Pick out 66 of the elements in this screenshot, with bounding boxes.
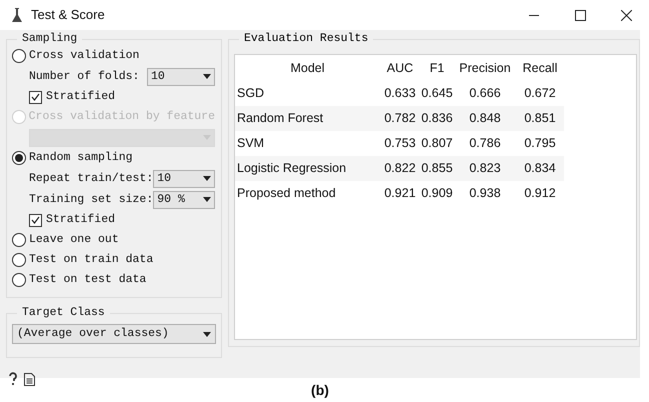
radio-label: Test on train data <box>29 252 154 268</box>
column-header[interactable]: Precision <box>454 58 516 78</box>
dropdown[interactable]: (Average over classes) <box>12 324 216 344</box>
maximize-icon <box>574 10 586 20</box>
group-title: Target Class <box>17 306 110 320</box>
table-cell-text: 0.633 <box>383 85 417 102</box>
table-cell-text: 0.822 <box>383 160 417 178</box>
table-cell-text: 0.823 <box>468 160 502 178</box>
help-icon[interactable] <box>8 372 18 386</box>
field-label: Repeat train/test: <box>29 170 154 187</box>
table-cell-text: SGD <box>236 85 266 102</box>
table-cell-text: 0.836 <box>420 110 454 128</box>
radio-button[interactable] <box>12 151 26 165</box>
field-label: Training set size: <box>29 192 154 208</box>
checkbox-label: Stratified <box>46 212 116 228</box>
caret-icon <box>203 176 211 181</box>
table-cell-text: 0.782 <box>383 110 417 128</box>
flask-icon <box>12 8 22 22</box>
table-cell-text: 0.753 <box>383 135 417 152</box>
radio-label: Cross validation by feature <box>28 109 215 126</box>
radio-label: Cross validation <box>29 48 140 64</box>
radio-button[interactable] <box>12 233 26 247</box>
dropdown[interactable]: 10 <box>153 170 215 188</box>
caret-icon <box>203 332 211 336</box>
table-cell-text: 0.645 <box>420 85 454 102</box>
table-cell-text: 0.807 <box>420 135 454 152</box>
group-title: Sampling <box>17 32 82 46</box>
table-cell-text: 0.921 <box>383 185 417 202</box>
table-cell-text: 0.938 <box>468 185 502 202</box>
radio-button[interactable] <box>12 253 26 267</box>
table-cell-text: 0.672 <box>523 85 557 102</box>
table-cell-text: 0.666 <box>468 85 502 102</box>
radio-button[interactable] <box>12 273 26 287</box>
figure-caption: (b) <box>311 381 329 400</box>
checkbox[interactable] <box>29 214 42 226</box>
table-cell-text: 0.851 <box>523 110 557 128</box>
table-cell-text: Logistic Regression <box>236 160 348 178</box>
close-icon <box>620 10 632 20</box>
table-cell-text: Random Forest <box>236 110 324 128</box>
table-cell-text: 0.855 <box>420 160 454 178</box>
caret-icon <box>203 197 211 202</box>
column-header[interactable]: F1 <box>420 58 454 78</box>
table-cell-text: 0.909 <box>420 185 454 202</box>
table-cell-text: SVM <box>236 135 266 152</box>
table-cell-text: 0.786 <box>468 135 502 152</box>
column-header[interactable]: AUC <box>380 58 420 78</box>
checkbox-label: Stratified <box>46 89 116 106</box>
radio-button[interactable] <box>12 49 26 63</box>
radio-label: Leave one out <box>29 232 119 248</box>
table-cell-text: Proposed method <box>236 185 337 202</box>
dropdown[interactable]: 90 % <box>153 190 215 208</box>
window-title: Test & Score <box>31 6 105 24</box>
radio-label: Test on test data <box>29 272 146 288</box>
field-label: Number of folds: <box>29 68 140 85</box>
radio-label: Random sampling <box>29 150 133 166</box>
table-cell-text: 0.912 <box>523 185 557 202</box>
column-header[interactable]: Recall <box>516 58 564 78</box>
checkbox[interactable] <box>29 90 42 104</box>
table-cell-text: 0.795 <box>523 135 557 152</box>
column-header[interactable]: Model <box>235 58 380 78</box>
table-cell-text: 0.834 <box>523 160 557 178</box>
document-icon[interactable] <box>24 372 35 386</box>
dropdown[interactable]: 10 <box>147 68 215 86</box>
caret-icon <box>203 74 211 79</box>
minimize-icon <box>529 14 539 16</box>
table-cell-text: 0.848 <box>468 110 502 128</box>
